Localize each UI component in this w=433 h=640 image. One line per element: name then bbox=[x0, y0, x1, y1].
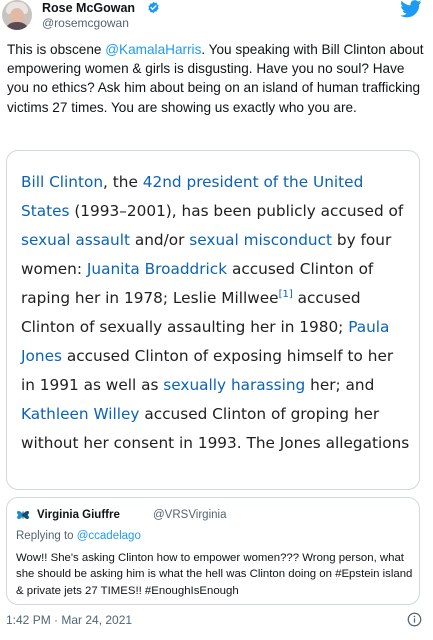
wiki-link[interactable]: [1] bbox=[279, 289, 293, 300]
info-icon[interactable] bbox=[407, 612, 422, 627]
replying-to: Replying to @ccadelago bbox=[16, 530, 141, 542]
quoted-handle[interactable]: @VRSVirginia bbox=[153, 509, 226, 521]
wiki-link[interactable]: sexual assault bbox=[21, 231, 130, 249]
quoted-tweet-text: Wow!! She's asking Clinton how to empowe… bbox=[16, 552, 413, 597]
wiki-text-segment: (1993–2001), has been publicly accused o… bbox=[69, 202, 404, 220]
avatar[interactable] bbox=[2, 0, 32, 30]
wiki-text-segment: , the bbox=[103, 173, 143, 191]
tweet-text: This is obscene bbox=[7, 42, 106, 57]
tweet-header: Rose McGowan @rosemcgowan bbox=[0, 0, 433, 36]
butterfly-icon bbox=[16, 508, 30, 522]
wiki-text-segment: her; and bbox=[305, 376, 375, 394]
quoted-display-name[interactable]: Virginia Giuffre bbox=[37, 509, 120, 521]
author-display-name[interactable]: Rose McGowan bbox=[42, 1, 135, 15]
wiki-link[interactable]: sexually harassing bbox=[163, 376, 305, 394]
replying-to-mention[interactable]: @ccadelago bbox=[77, 530, 141, 542]
wiki-text-segment: and/or bbox=[129, 231, 190, 249]
wikipedia-excerpt-text: Bill Clinton, the 42nd president of the … bbox=[21, 168, 411, 458]
wikipedia-excerpt-image[interactable]: Bill Clinton, the 42nd president of the … bbox=[6, 150, 420, 490]
wiki-link[interactable]: sexual misconduct bbox=[189, 231, 332, 249]
verified-badge-icon bbox=[148, 1, 159, 14]
twitter-bird-icon[interactable] bbox=[400, 0, 422, 18]
wiki-link[interactable]: Bill Clinton bbox=[21, 173, 103, 191]
replying-to-label: Replying to bbox=[16, 530, 77, 542]
wiki-link[interactable]: Kathleen Willey bbox=[21, 405, 139, 423]
tweet-body: This is obscene @KamalaHarris. You speak… bbox=[7, 40, 427, 117]
author-handle[interactable]: @rosemcgowan bbox=[42, 16, 129, 30]
tweet-timestamp[interactable]: 1:42 PM · Mar 24, 2021 bbox=[6, 613, 132, 627]
mention-link[interactable]: @KamalaHarris bbox=[105, 42, 201, 57]
quoted-tweet[interactable]: Virginia Giuffre @VRSVirginia Replying t… bbox=[6, 497, 420, 605]
wiki-link[interactable]: Juanita Broaddrick bbox=[87, 260, 227, 278]
